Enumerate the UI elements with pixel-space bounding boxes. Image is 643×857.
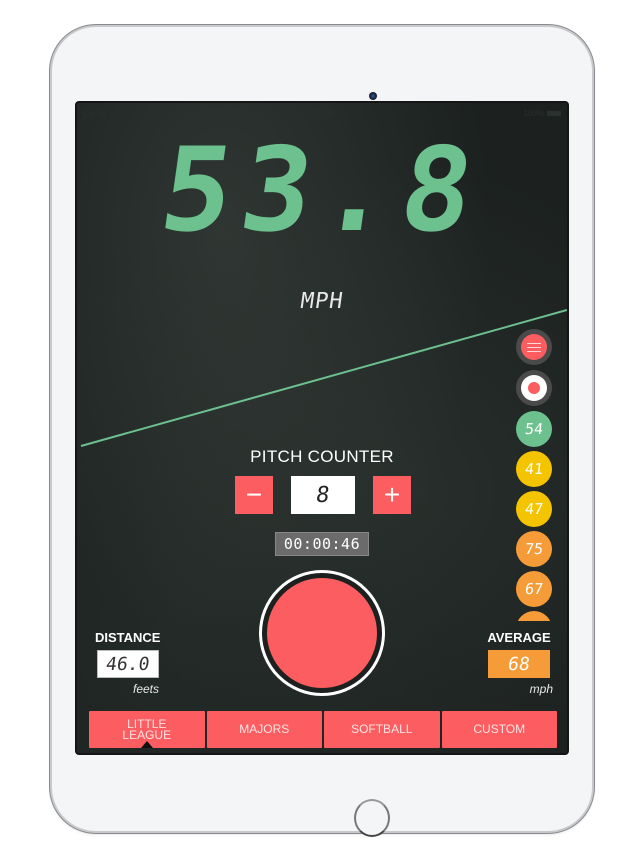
menu-icon xyxy=(521,334,547,360)
carrier-label: Carrier xyxy=(83,108,108,118)
tab-softball[interactable]: SOFTBALL xyxy=(324,711,440,748)
selected-caret-icon xyxy=(140,741,153,748)
pitch-count-value: 8 xyxy=(314,482,332,508)
pitch-history-item[interactable] xyxy=(516,611,552,621)
wifi-icon: ≈ xyxy=(110,108,115,118)
status-time: 2:59 PM xyxy=(304,108,335,118)
tab-label: SOFTBALL xyxy=(351,722,413,736)
front-camera xyxy=(369,92,377,100)
record-icon xyxy=(521,375,547,401)
distance-panel: DISTANCE 46.0 feets xyxy=(95,630,165,696)
average-display: 68 xyxy=(488,650,550,678)
distance-input[interactable]: 46.0 xyxy=(97,650,159,678)
tab-little-league[interactable]: LITTLE LEAGUE xyxy=(89,711,205,748)
record-button[interactable] xyxy=(516,370,552,406)
pitch-history-item[interactable]: 54 xyxy=(516,411,552,447)
average-value: 68 xyxy=(506,653,532,675)
increment-button[interactable]: + xyxy=(373,476,411,514)
battery-percent: 100% xyxy=(523,108,544,118)
battery-icon xyxy=(546,110,561,116)
average-panel: AVERAGE 68 mph xyxy=(485,630,553,696)
pitch-speed-value: 54 xyxy=(524,420,544,438)
distance-value: 46.0 xyxy=(104,653,152,675)
measure-speed-button[interactable] xyxy=(259,570,385,696)
status-bar: Carrier ≈ 2:59 PM 100% xyxy=(77,103,567,123)
pitch-history-rail[interactable]: 54 41 47 75 67 xyxy=(514,329,554,621)
speed-readout: 53.8 xyxy=(152,123,492,258)
speed-unit-label: MPH xyxy=(298,289,346,314)
pitch-count-display: 8 xyxy=(291,476,355,514)
distance-label: DISTANCE xyxy=(95,630,161,645)
trend-line-stroke xyxy=(80,309,567,447)
pitch-speed-value: 75 xyxy=(524,540,544,558)
tab-custom[interactable]: CUSTOM xyxy=(441,711,557,748)
pitch-history-item[interactable]: 75 xyxy=(516,531,552,567)
menu-button[interactable] xyxy=(516,329,552,365)
decrement-button[interactable]: − xyxy=(235,476,273,514)
tab-label: MAJORS xyxy=(239,722,290,736)
league-tab-bar: LITTLE LEAGUE MAJORS SOFTBALL CUSTOM xyxy=(89,711,557,748)
pitch-history-item[interactable]: 67 xyxy=(516,571,552,607)
pitch-speed-value: 67 xyxy=(524,580,544,598)
tab-label: LITTLE LEAGUE xyxy=(122,716,172,742)
average-label: AVERAGE xyxy=(487,630,551,645)
pitch-counter-title: PITCH COUNTER xyxy=(250,447,394,466)
measure-button-fill xyxy=(267,578,377,688)
pitch-counter-stepper: − 8 + xyxy=(235,476,411,514)
average-unit: mph xyxy=(529,682,553,696)
app-screen: Carrier ≈ 2:59 PM 100% 53.8 MPH 54 41 47 75… xyxy=(77,103,567,753)
home-button[interactable] xyxy=(354,799,390,837)
session-timer: 00:00:46 xyxy=(275,532,369,556)
pitch-history-item[interactable]: 47 xyxy=(516,491,552,527)
pitch-speed-value: 47 xyxy=(524,500,544,518)
tab-label: CUSTOM xyxy=(473,722,526,736)
distance-unit: feets xyxy=(132,682,159,696)
tab-majors[interactable]: MAJORS xyxy=(206,711,322,748)
